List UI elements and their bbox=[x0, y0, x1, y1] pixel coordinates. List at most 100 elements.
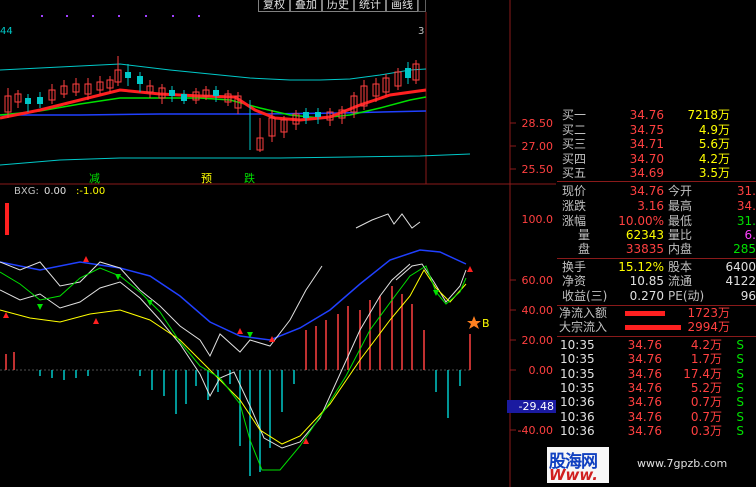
ind-axis-40: 40.00 bbox=[521, 304, 554, 317]
tick-volume: 17.4万 bbox=[683, 366, 722, 381]
tick-time: 10:36 bbox=[560, 409, 595, 424]
value-float: 4122 bbox=[725, 274, 756, 288]
top-right-label: 3 bbox=[418, 26, 424, 37]
label-volratio: 量比 bbox=[668, 228, 693, 242]
value-turnover: 15.12% bbox=[618, 260, 664, 274]
bid-volume: 4.9万 bbox=[698, 122, 730, 137]
tick-time: 10:35 bbox=[560, 380, 595, 395]
indicator-bar bbox=[5, 203, 9, 235]
label-inner: 内盘 bbox=[668, 242, 693, 256]
label-eps: 收益(三) bbox=[562, 289, 608, 303]
value-netasset: 10.85 bbox=[629, 274, 664, 288]
value-blockinflow: 2994万 bbox=[687, 320, 730, 334]
indicator-name: BXG: bbox=[14, 186, 39, 197]
label-pct: 涨幅 bbox=[562, 214, 587, 228]
watermark-url: www.7gpzb.com bbox=[637, 457, 728, 470]
bid-price: 34.76 bbox=[629, 108, 664, 122]
label-turnover: 换手 bbox=[562, 260, 587, 274]
value-outer: 33835 bbox=[625, 242, 664, 256]
top-marker-dots bbox=[41, 15, 200, 17]
signal-labels: 减 预 跌 bbox=[89, 171, 255, 185]
tick-price: 34.76 bbox=[627, 352, 662, 367]
price-axis-label-1: 28.50 bbox=[521, 117, 554, 130]
value-pct: 10.00% bbox=[618, 214, 664, 228]
bid-label: 买五 bbox=[562, 166, 587, 180]
lower-band bbox=[0, 153, 471, 166]
tick-side: S bbox=[736, 338, 744, 352]
indicator-value-1: 0.00 bbox=[44, 186, 66, 197]
tick-time: 10:36 bbox=[560, 423, 595, 438]
value-open: 31. bbox=[736, 184, 756, 198]
value-eps: 0.270 bbox=[629, 289, 664, 303]
tick-price: 34.76 bbox=[627, 338, 662, 352]
tick-price: 34.76 bbox=[627, 380, 662, 395]
value-low: 31. bbox=[736, 214, 756, 228]
bid-price: 34.69 bbox=[629, 166, 664, 180]
bid-price: 34.75 bbox=[629, 122, 664, 137]
top-left-label: 44 bbox=[0, 26, 13, 37]
tick-time: 10:35 bbox=[560, 366, 595, 381]
ind-axis-20: 20.00 bbox=[521, 334, 554, 347]
bid-price: 34.71 bbox=[629, 137, 664, 151]
label-netinflow: 净流入额 bbox=[559, 306, 608, 320]
value-volratio: 6. bbox=[744, 228, 756, 242]
value-inner: 285 bbox=[733, 242, 756, 256]
tick-side: S bbox=[736, 423, 744, 438]
label-capital: 股本 bbox=[668, 260, 693, 274]
label-open: 今开 bbox=[668, 184, 693, 198]
value-netinflow: 1723万 bbox=[687, 306, 730, 320]
label-price: 现价 bbox=[562, 184, 587, 198]
label-float: 流通 bbox=[668, 274, 693, 288]
tick-volume: 5.2万 bbox=[690, 380, 722, 395]
tick-time: 10:36 bbox=[560, 395, 595, 410]
tick-price: 34.76 bbox=[627, 366, 662, 381]
signal-reduce: 减 bbox=[89, 172, 100, 185]
bid-price: 34.70 bbox=[629, 151, 664, 166]
value-price: 34.76 bbox=[629, 184, 664, 198]
star-label: B bbox=[482, 317, 490, 330]
value-change: 3.16 bbox=[637, 199, 664, 213]
ind-axis-m40: -40.00 bbox=[517, 424, 553, 437]
bid-volume: 3.5万 bbox=[698, 166, 730, 180]
price-axis-label-3: 25.50 bbox=[521, 163, 554, 176]
value-volume: 62343 bbox=[625, 228, 664, 242]
watermark-logo: 股海网 Www. bbox=[547, 447, 609, 484]
tick-side: S bbox=[736, 366, 744, 381]
tick-volume: 0.7万 bbox=[690, 395, 722, 410]
price-axis-label-2: 27.00 bbox=[521, 140, 554, 153]
netinflow-bar bbox=[625, 311, 665, 316]
buy-star-icon bbox=[467, 316, 481, 329]
bid-label: 买二 bbox=[562, 122, 587, 137]
tick-side: S bbox=[736, 352, 744, 367]
ind-axis-0: 0.00 bbox=[528, 364, 554, 377]
tick-price: 34.76 bbox=[627, 423, 662, 438]
tick-time: 10:35 bbox=[560, 352, 595, 367]
label-outer: 盘 bbox=[578, 242, 591, 256]
indicator-value-2: :-1.00 bbox=[76, 186, 105, 197]
ind-yellow-line bbox=[0, 269, 467, 445]
tick-volume: 0.3万 bbox=[690, 423, 722, 438]
ind-axis-60: 60.00 bbox=[521, 274, 554, 287]
tick-price: 34.76 bbox=[627, 395, 662, 410]
label-high: 最高 bbox=[668, 199, 693, 213]
tick-side: S bbox=[736, 409, 744, 424]
ind-axis-100: 100.0 bbox=[521, 213, 554, 226]
ind-white-line-2 bbox=[0, 263, 411, 449]
label-pe: PE(动) bbox=[668, 289, 705, 303]
label-blockinflow: 大宗流入 bbox=[559, 320, 608, 334]
tick-volume: 4.2万 bbox=[690, 338, 722, 352]
bid-volume: 7218万 bbox=[687, 108, 730, 122]
value-high: 34. bbox=[736, 199, 756, 213]
bid-volume: 4.2万 bbox=[698, 151, 730, 166]
label-low: 最低 bbox=[668, 214, 693, 228]
upper-band bbox=[0, 63, 427, 81]
ind-green-line bbox=[0, 265, 467, 471]
stock-chart-window: 复权 叠加 历史 统计 画线 减 预 跌 B BXG: 0.00:-1.00 … bbox=[0, 0, 756, 487]
value-capital: 6400 bbox=[725, 260, 756, 274]
signal-warn: 预 bbox=[201, 172, 212, 185]
label-volume: 量 bbox=[578, 228, 591, 242]
value-pe: 96 bbox=[740, 289, 756, 303]
label-netasset: 净资 bbox=[562, 274, 587, 288]
tick-time: 10:35 bbox=[560, 338, 595, 352]
signal-fall: 跌 bbox=[244, 171, 255, 185]
